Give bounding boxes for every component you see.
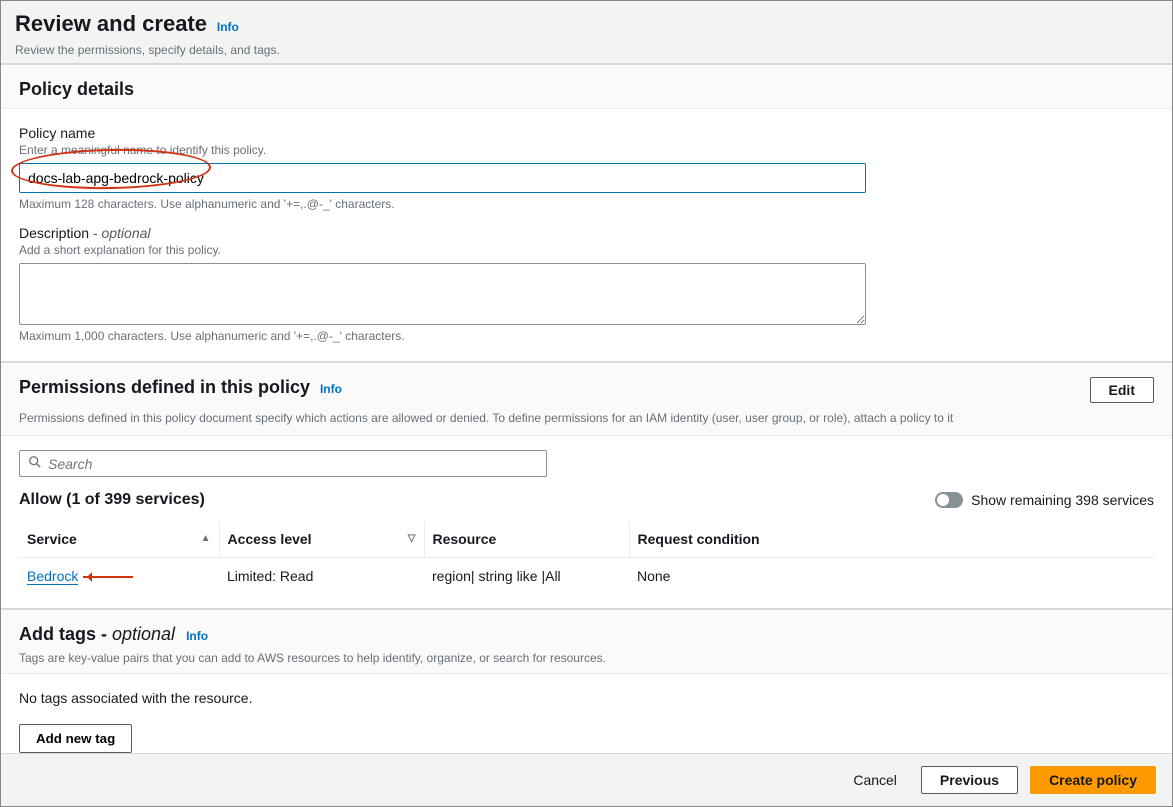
edit-button[interactable]: Edit [1090, 377, 1154, 403]
policy-name-constraint: Maximum 128 characters. Use alphanumeric… [19, 197, 1154, 211]
policy-name-label: Policy name [19, 125, 1154, 141]
permissions-search-input[interactable] [48, 456, 538, 472]
description-label-text: Description [19, 225, 89, 241]
permissions-info-link[interactable]: Info [320, 382, 342, 396]
search-icon [28, 455, 48, 472]
policy-details-section: Policy details Policy name Enter a meani… [1, 64, 1172, 362]
toggle-label: Show remaining 398 services [971, 492, 1154, 508]
permissions-search[interactable] [19, 450, 547, 477]
wizard-footer: Cancel Previous Create policy [1, 753, 1172, 806]
policy-name-help: Enter a meaningful name to identify this… [19, 143, 1154, 157]
tags-info-link[interactable]: Info [186, 629, 208, 643]
permissions-subdesc: Permissions defined in this policy docum… [1, 411, 1172, 436]
permissions-heading: Permissions defined in this policy [19, 377, 310, 397]
sort-asc-icon [201, 533, 211, 544]
toggle-icon [935, 492, 963, 508]
col-condition[interactable]: Request condition [629, 521, 1154, 558]
service-link[interactable]: Bedrock [27, 568, 78, 585]
permissions-section: Permissions defined in this policy Info … [1, 362, 1172, 609]
access-cell: Limited: Read [219, 558, 424, 595]
policy-details-heading: Policy details [19, 79, 134, 100]
tags-subdesc: Tags are key-value pairs that you can ad… [19, 651, 1154, 665]
tags-header: Add tags - optional Info Tags are key-va… [1, 610, 1172, 674]
permissions-header: Permissions defined in this policy Info … [1, 363, 1172, 412]
tags-heading: Add tags - optional [19, 624, 180, 644]
cancel-button[interactable]: Cancel [841, 766, 909, 794]
resource-cell: region| string like |All [424, 558, 629, 595]
policy-name-input[interactable] [19, 163, 866, 193]
annotation-arrow [83, 576, 133, 578]
col-resource[interactable]: Resource [424, 521, 629, 558]
tags-section: Add tags - optional Info Tags are key-va… [1, 609, 1172, 753]
show-remaining-toggle[interactable]: Show remaining 398 services [935, 492, 1154, 508]
create-policy-button[interactable]: Create policy [1030, 766, 1156, 794]
table-row: Bedrock Limited: Read region| string lik… [19, 558, 1154, 595]
header-info-link[interactable]: Info [217, 20, 239, 34]
add-tag-button[interactable]: Add new tag [19, 724, 132, 753]
condition-cell: None [629, 558, 1154, 595]
col-service[interactable]: Service [19, 521, 219, 558]
description-label: Description - optional [19, 225, 1154, 241]
page-title: Review and create [15, 11, 207, 36]
tags-empty-text: No tags associated with the resource. [19, 690, 1154, 706]
description-constraint: Maximum 1,000 characters. Use alphanumer… [19, 329, 1154, 343]
permissions-table: Service Access level Resource Request co… [19, 521, 1154, 594]
col-access[interactable]: Access level [219, 521, 424, 558]
description-textarea[interactable] [19, 263, 866, 325]
policy-details-header: Policy details [1, 65, 1172, 109]
page-subtitle: Review the permissions, specify details,… [15, 43, 1158, 57]
description-help: Add a short explanation for this policy. [19, 243, 1154, 257]
page-header: Review and create Info Review the permis… [1, 1, 1172, 64]
description-optional: - optional [93, 225, 151, 241]
allow-heading: Allow (1 of 399 services) [19, 491, 205, 509]
filter-icon [408, 533, 416, 544]
previous-button[interactable]: Previous [921, 766, 1018, 794]
